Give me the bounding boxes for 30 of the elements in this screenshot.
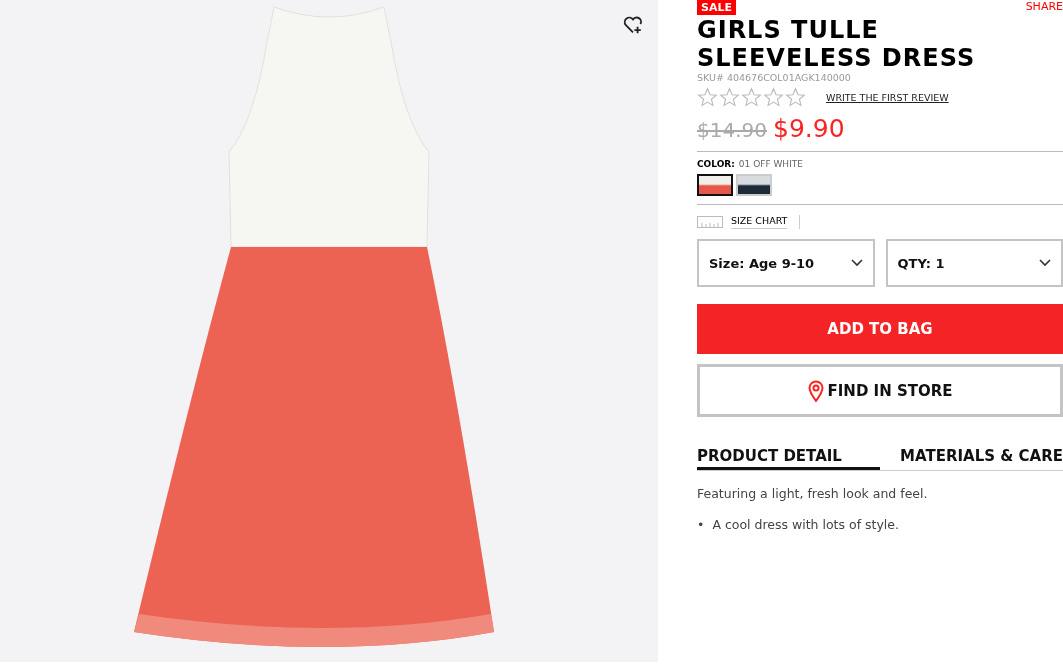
product-title: GIRLS TULLE SLEEVELESS DRESS: [697, 16, 977, 72]
sku-text: SKU# 404676COL01AGK140000: [697, 72, 852, 83]
sale-price: $9.90: [773, 114, 845, 143]
star-icon: [697, 87, 718, 108]
original-price: $14.90: [697, 118, 767, 142]
find-in-store-button[interactable]: FIND IN STORE: [697, 364, 1063, 417]
star-icon: [785, 87, 806, 108]
location-pin-icon: [807, 379, 824, 402]
star-icon: [741, 87, 762, 108]
share-link[interactable]: SHARE: [1025, 0, 1063, 15]
wishlist-heart-icon[interactable]: [622, 14, 644, 36]
size-chart-link[interactable]: SIZE CHART: [731, 215, 788, 229]
tab[interactable]: MATERIALS & CARE: [880, 447, 1063, 470]
color-label: COLOR:: [697, 159, 735, 169]
chevron-down-icon: [850, 259, 863, 267]
color-swatch[interactable]: [697, 174, 733, 196]
color-value: 01 OFF WHITE: [738, 159, 803, 169]
description-text: Featuring a light, fresh look and feel.: [697, 486, 929, 501]
ruler-icon: [697, 216, 723, 228]
chevron-down-icon: [1039, 259, 1051, 267]
feature-bullet: A cool dress with lots of style.: [712, 517, 899, 532]
write-review-link[interactable]: WRITE THE FIRST REVIEW: [826, 92, 949, 103]
tab[interactable]: PRODUCT DETAIL: [697, 447, 880, 470]
dropdown-select[interactable]: Size: Age 9-10: [697, 239, 875, 287]
dropdown-select[interactable]: QTY: 1: [885, 239, 1063, 287]
star-icon: [763, 87, 784, 108]
add-to-bag-button[interactable]: ADD TO BAG: [697, 304, 1063, 354]
bullet-marker: •: [697, 517, 705, 532]
star-icon: [719, 87, 740, 108]
sale-badge: SALE: [697, 0, 736, 15]
